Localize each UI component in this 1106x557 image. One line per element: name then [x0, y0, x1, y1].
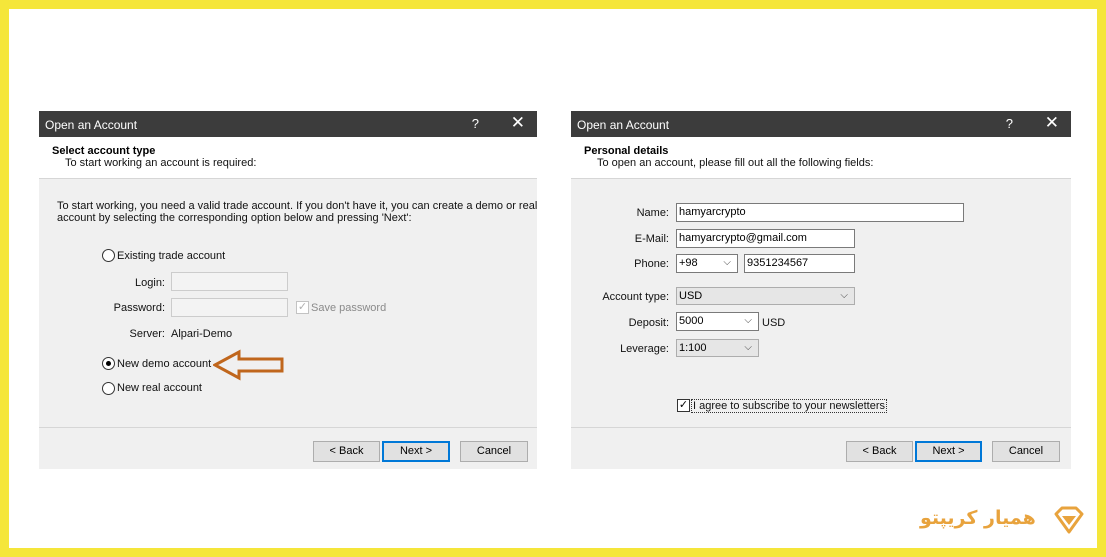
chevron-down-icon: ⌵	[744, 342, 752, 353]
back-button[interactable]: < Back	[846, 441, 913, 462]
deposit-value: 5000	[679, 315, 704, 327]
open-account-dialog-left: Open an Account ? ✕ Select account type …	[39, 111, 537, 469]
save-password-checkbox[interactable]: ✓	[296, 301, 309, 314]
orange-arrow-icon	[213, 349, 284, 381]
leverage-label: Leverage:	[620, 343, 669, 355]
radio-new-real-account-label: New real account	[117, 382, 202, 394]
deposit-label: Deposit:	[628, 317, 669, 329]
deposit-select[interactable]: 5000 ⌵	[676, 312, 759, 331]
intro-text-line1: To start working, you need a valid trade…	[57, 200, 537, 212]
login-label: Login:	[135, 277, 165, 289]
radio-new-real-account[interactable]	[102, 382, 115, 395]
close-icon[interactable]: ✕	[511, 114, 525, 131]
phone-number-input[interactable]: 9351234567	[744, 254, 855, 273]
open-account-dialog-right: Open an Account ? ✕ Personal details To …	[571, 111, 1071, 469]
chevron-down-icon: ⌵	[744, 315, 752, 326]
header-title: Personal details	[584, 145, 669, 157]
save-password-label: Save password	[311, 302, 387, 314]
name-label: Name:	[636, 207, 669, 219]
intro-text-line2: account by selecting the corresponding o…	[57, 212, 412, 224]
radio-new-demo-account-label: New demo account	[117, 358, 212, 370]
phone-code-value: +98	[679, 257, 698, 269]
password-label: Password:	[113, 302, 165, 314]
help-button[interactable]: ?	[472, 116, 479, 131]
cancel-button[interactable]: Cancel	[460, 441, 528, 462]
login-input[interactable]	[171, 272, 288, 291]
account-type-label: Account type:	[602, 291, 669, 303]
password-input[interactable]	[171, 298, 288, 317]
account-type-select[interactable]: USD ⌵	[676, 287, 855, 305]
leverage-select[interactable]: 1:100 ⌵	[676, 339, 759, 357]
dialog-header: Personal details To open an account, ple…	[571, 137, 1071, 179]
leverage-value: 1:100	[679, 342, 707, 354]
phone-code-select[interactable]: +98 ⌵	[676, 254, 738, 273]
dialog-title: Open an Account	[45, 118, 138, 132]
brand-text: همیار کریپتو	[920, 507, 1036, 529]
newsletter-label: I agree to subscribe to your newsletters	[691, 399, 887, 413]
header-title: Select account type	[52, 145, 156, 157]
dialog-title: Open an Account	[577, 118, 670, 132]
header-subtitle: To open an account, please fill out all …	[597, 157, 874, 169]
next-button[interactable]: Next >	[915, 441, 982, 462]
radio-existing-account[interactable]	[102, 249, 115, 262]
next-button[interactable]: Next >	[382, 441, 450, 462]
chevron-down-icon: ⌵	[840, 290, 848, 301]
email-input[interactable]: hamyarcrypto@gmail.com	[676, 229, 855, 248]
radio-existing-account-label: Existing trade account	[117, 250, 226, 262]
server-value: Alpari-Demo	[171, 328, 233, 340]
dialog-footer: < Back Next > Cancel	[39, 427, 537, 469]
diamond-icon	[1054, 506, 1084, 534]
server-label: Server:	[129, 328, 165, 340]
cancel-button[interactable]: Cancel	[992, 441, 1060, 462]
header-subtitle: To start working an account is required:	[65, 157, 257, 169]
title-bar: Open an Account ? ✕	[571, 111, 1071, 137]
phone-label: Phone:	[634, 258, 669, 270]
name-input[interactable]: hamyarcrypto	[676, 203, 964, 222]
email-label: E-Mail:	[634, 233, 669, 245]
title-bar: Open an Account ? ✕	[39, 111, 537, 137]
dialog-footer: < Back Next > Cancel	[571, 427, 1071, 469]
account-type-value: USD	[679, 290, 703, 302]
chevron-down-icon: ⌵	[723, 257, 731, 268]
close-icon[interactable]: ✕	[1045, 114, 1059, 131]
help-button[interactable]: ?	[1006, 116, 1013, 131]
back-button[interactable]: < Back	[313, 441, 380, 462]
brand-logo: همیار کریپتو	[920, 505, 1100, 541]
deposit-currency: USD	[762, 317, 786, 329]
newsletter-checkbox[interactable]: ✓	[677, 399, 690, 412]
dialog-header: Select account type To start working an …	[39, 137, 537, 179]
radio-new-demo-account[interactable]	[102, 357, 115, 370]
